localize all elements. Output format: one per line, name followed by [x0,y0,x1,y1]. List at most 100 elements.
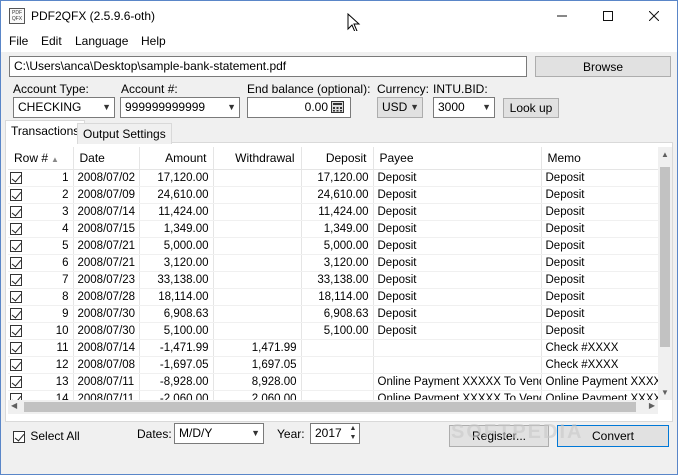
row-checkbox-icon[interactable] [10,307,22,320]
account-number-select[interactable]: 999999999999 ▼ [120,97,240,118]
row-checkbox-icon[interactable] [10,171,22,184]
cell-memo: Deposit [541,271,658,289]
cell-amount: 6,908.63 [139,305,214,323]
table-row[interactable]: 11 2008/07/14 -1,471.99 1,471.99 Check #XXXX [8,339,658,357]
cell-amount: 17,120.00 [139,169,214,187]
column-header-row-number[interactable]: Row # ▲ [8,147,74,170]
menu-help[interactable]: Help [141,34,166,48]
row-number: 8 [62,290,69,303]
currency-select[interactable]: USD ▼ [377,97,423,118]
cell-date: 2008/07/14 [73,203,140,221]
cell-row-number: 13 [8,373,74,391]
cell-withdrawal: 8,928.00 [213,373,302,391]
vertical-scroll-thumb[interactable] [660,167,670,347]
cell-date: 2008/07/11 [73,373,140,391]
intu-bid-label: INTU.BID: [433,82,488,96]
close-button[interactable] [631,1,677,31]
scroll-right-icon[interactable]: ▶ [649,401,655,410]
scroll-up-icon[interactable]: ▲ [658,150,672,159]
row-checkbox-icon[interactable] [10,392,22,400]
row-checkbox-icon[interactable] [10,358,22,371]
row-checkbox-icon[interactable] [10,222,22,235]
year-spin-buttons[interactable]: ▲ ▼ [347,424,359,443]
scroll-down-icon[interactable]: ▼ [658,388,672,397]
maximize-button[interactable] [585,1,631,31]
cell-memo: Deposit [541,288,658,306]
column-header-amount[interactable]: Amount [139,147,214,170]
table-row[interactable]: 3 2008/07/14 11,424.00 11,424.00 Deposit Depo… [8,203,658,221]
dates-format-select[interactable]: M/D/Y ▼ [174,423,264,444]
table-row[interactable]: 8 2008/07/28 18,114.00 18,114.00 Deposit Depo… [8,288,658,306]
cell-memo: Deposit [541,169,658,187]
row-checkbox-icon[interactable] [10,375,22,388]
row-checkbox-icon[interactable] [10,205,22,218]
row-checkbox-icon[interactable] [10,290,22,303]
cell-deposit: 11,424.00 [301,203,374,221]
row-checkbox-icon[interactable] [10,341,22,354]
cell-date: 2008/07/08 [73,356,140,374]
cell-memo: Check #XXXX [541,339,658,357]
menu-file[interactable]: File [9,34,28,48]
table-row[interactable]: 12 2008/07/08 -1,697.05 1,697.05 Check #XXXX [8,356,658,374]
lookup-button[interactable]: Look up [503,98,559,118]
cell-withdrawal: 1,697.05 [213,356,302,374]
table-row[interactable]: 10 2008/07/30 5,100.00 5,100.00 Deposit Depos… [8,322,658,340]
transactions-grid: Row # ▲ Date Amount Withdrawal Deposit Pa… [8,147,658,400]
cell-amount: 1,349.00 [139,220,214,238]
table-row[interactable]: 1 2008/07/02 17,120.00 17,120.00 Deposit Depo… [8,169,658,187]
cell-payee [373,339,542,357]
row-checkbox-icon[interactable] [10,188,22,201]
browse-button[interactable]: Browse [535,56,671,77]
column-header-withdrawal[interactable]: Withdrawal [213,147,302,170]
tab-transactions[interactable]: Transactions [5,120,86,143]
table-row[interactable]: 9 2008/07/30 6,908.63 6,908.63 Deposit Deposi… [8,305,658,323]
row-number: 6 [62,256,69,269]
account-type-select[interactable]: CHECKING ▼ [13,97,115,118]
cell-amount: 11,424.00 [139,203,214,221]
horizontal-scrollbar[interactable]: ◀ ▶ [8,400,658,414]
table-row[interactable]: 2 2008/07/09 24,610.00 24,610.00 Deposit Depo… [8,186,658,204]
dates-label: Dates: [137,427,172,441]
column-header-date[interactable]: Date [73,147,140,170]
table-row[interactable]: 5 2008/07/21 5,000.00 5,000.00 Deposit Deposi… [8,237,658,255]
menu-language[interactable]: Language [75,34,128,48]
select-all-label: Select All [30,429,80,443]
cell-amount: 24,610.00 [139,186,214,204]
horizontal-scroll-thumb[interactable] [24,402,636,412]
column-header-memo[interactable]: Memo [541,147,658,170]
table-row[interactable]: 4 2008/07/15 1,349.00 1,349.00 Deposit Deposi… [8,220,658,238]
table-row[interactable]: 6 2008/07/21 3,120.00 3,120.00 Deposit Deposi… [8,254,658,272]
row-checkbox-icon[interactable] [10,273,22,286]
table-row[interactable]: 7 2008/07/23 33,138.00 33,138.00 Deposit Depo… [8,271,658,289]
row-checkbox-icon[interactable] [10,256,22,269]
cell-withdrawal [213,220,302,238]
cell-row-number: 8 [8,288,74,306]
menu-edit[interactable]: Edit [41,34,62,48]
cell-deposit: 1,349.00 [301,220,374,238]
intu-bid-select[interactable]: 3000 ▼ [433,97,495,118]
row-checkbox-icon[interactable] [10,239,22,252]
minimize-button[interactable] [539,1,585,31]
calculator-icon[interactable] [331,101,344,113]
spin-up-icon[interactable]: ▲ [347,424,359,433]
column-header-deposit[interactable]: Deposit [301,147,374,170]
cell-withdrawal [213,271,302,289]
cell-row-number: 7 [8,271,74,289]
account-number-label: Account #: [121,82,178,96]
column-header-payee[interactable]: Payee [373,147,542,170]
row-number: 12 [55,358,69,371]
cell-payee [373,356,542,374]
cell-amount: -8,928.00 [139,373,214,391]
table-row[interactable]: 14 2008/07/11 -2,060.00 2,060.00 Online Paym… [8,390,658,400]
table-row[interactable]: 13 2008/07/11 -8,928.00 8,928.00 Online Paym… [8,373,658,391]
tab-output-settings[interactable]: Output Settings [77,123,172,144]
file-path-input[interactable]: C:\Users\anca\Desktop\sample-bank-statem… [9,56,527,77]
scroll-left-icon[interactable]: ◀ [11,401,17,410]
app-window: PDF QFX PDF2QFX (2.5.9.6-oth) File Edit L… [0,0,678,475]
cell-payee: Deposit [373,169,542,187]
cell-withdrawal: 1,471.99 [213,339,302,357]
vertical-scrollbar[interactable]: ▲ ▼ [658,147,672,400]
select-all-checkbox[interactable]: Select All [13,429,80,443]
row-checkbox-icon[interactable] [10,324,22,337]
spin-down-icon[interactable]: ▼ [347,433,359,442]
